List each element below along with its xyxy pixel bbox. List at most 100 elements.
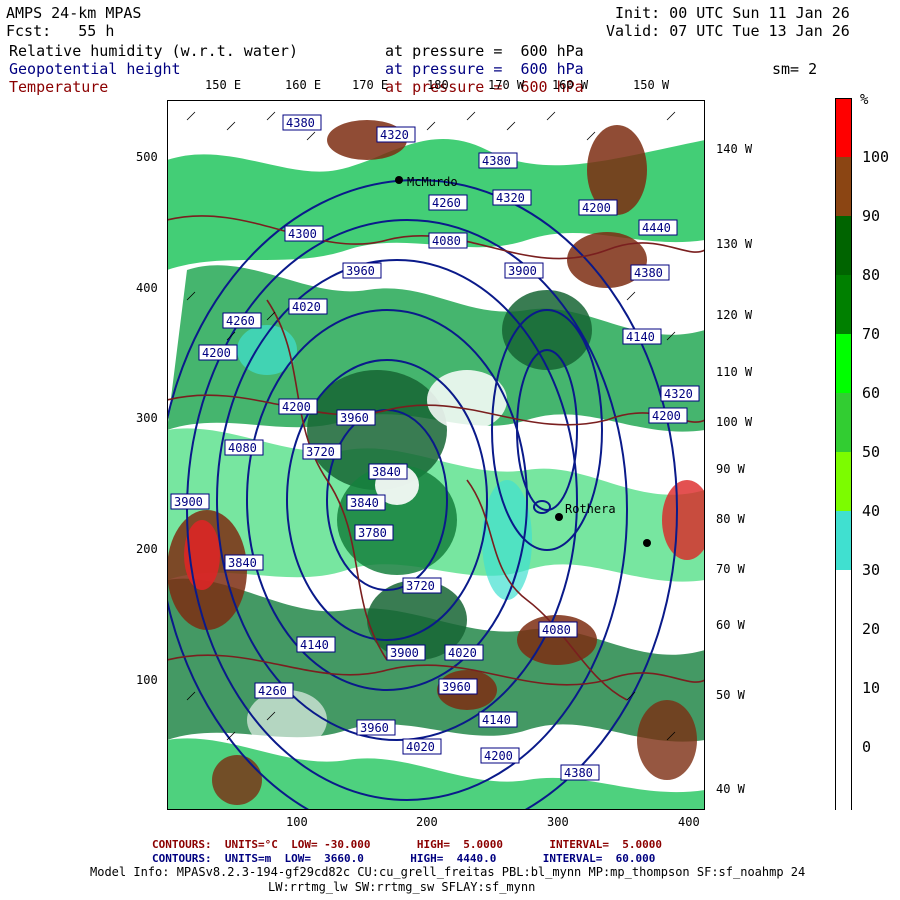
right-lon-label: 40 W xyxy=(716,782,745,796)
colorbar-seg-80 xyxy=(836,216,851,275)
contour-label: 4020 xyxy=(402,738,442,755)
field-rh-level: at pressure = 600 hPa xyxy=(385,42,584,60)
colorbar-label: 60 xyxy=(862,384,881,402)
contour-label: 4020 xyxy=(288,298,328,315)
svg-text:4440: 4440 xyxy=(642,221,671,235)
contour-label: 3780 xyxy=(354,524,394,541)
top-lon-label: 170 W xyxy=(488,78,525,92)
colorbar-label: 40 xyxy=(862,502,881,520)
svg-text:4140: 4140 xyxy=(626,330,655,344)
right-lon-label: 60 W xyxy=(716,618,745,632)
colorbar-seg-70 xyxy=(836,275,851,334)
top-lon-label: 180 xyxy=(427,78,449,92)
svg-text:4200: 4200 xyxy=(484,749,513,763)
right-lon-label: 70 W xyxy=(716,562,745,576)
svg-text:4200: 4200 xyxy=(582,201,611,215)
valid-time: Valid: 07 UTC Tue 13 Jan 26 xyxy=(606,22,850,40)
contour-label: 4080 xyxy=(224,439,264,456)
svg-text:4300: 4300 xyxy=(288,227,317,241)
contour-label: 4140 xyxy=(478,711,518,728)
colorbar-label: 80 xyxy=(862,266,881,284)
height-contour-info: CONTOURS: UNITS=m LOW= 3660.0 HIGH= 4440… xyxy=(152,852,656,865)
top-lon-label: 160 E xyxy=(285,78,322,92)
contour-label: 4300 xyxy=(284,225,324,242)
contour-label: 4380 xyxy=(478,152,518,169)
contour-label: 4380 xyxy=(630,264,670,281)
contour-label: 4080 xyxy=(428,232,468,249)
colorbar-seg-100 xyxy=(836,99,851,157)
model-info-2: LW:rrtmg_lw SW:rrtmg_sw SFLAY:sf_mynn xyxy=(268,880,536,894)
svg-text:4320: 4320 xyxy=(380,128,409,142)
contour-label: 3960 xyxy=(438,678,478,695)
svg-text:4380: 4380 xyxy=(482,154,511,168)
model-info: Model Info: MPASv8.2.3-194-gf29cd82c CU:… xyxy=(90,865,806,879)
contour-label: 3840 xyxy=(224,554,264,571)
svg-text:4260: 4260 xyxy=(258,684,287,698)
contour-label: 4200 xyxy=(480,747,520,764)
contour-label: 3720 xyxy=(302,443,342,460)
svg-text:4080: 4080 xyxy=(228,441,257,455)
bottom-tick-label: 200 xyxy=(416,815,438,829)
colorbar-label: 90 xyxy=(862,207,881,225)
model-title: AMPS 24-km MPAS xyxy=(6,4,142,22)
colorbar-label: 20 xyxy=(862,620,881,638)
svg-text:4380: 4380 xyxy=(634,266,663,280)
contour-label: 3840 xyxy=(368,463,408,480)
svg-text:3720: 3720 xyxy=(306,445,335,459)
svg-text:3780: 3780 xyxy=(358,526,387,540)
svg-text:4200: 4200 xyxy=(282,400,311,414)
field-hgt-name: Geopotential height xyxy=(9,60,181,78)
colorbar-seg-90 xyxy=(836,157,851,216)
contour-label: 3960 xyxy=(342,262,382,279)
colorbar-seg-40 xyxy=(836,452,851,511)
right-lon-label: 130 W xyxy=(716,237,753,251)
colorbar-label: 30 xyxy=(862,561,881,579)
svg-text:4020: 4020 xyxy=(448,646,477,660)
svg-text:3960: 3960 xyxy=(340,411,369,425)
temp-contour-info: CONTOURS: UNITS=°C LOW= -30.000 HIGH= 5.… xyxy=(152,838,662,851)
right-lon-label: 80 W xyxy=(716,512,745,526)
colorbar-label: 100 xyxy=(862,148,890,166)
svg-text:4020: 4020 xyxy=(292,300,321,314)
colorbar-seg-30 xyxy=(836,511,851,570)
bottom-tick-label: 400 xyxy=(678,815,700,829)
contour-label: 4200 xyxy=(198,344,238,361)
svg-text:3900: 3900 xyxy=(508,264,537,278)
rothera-marker xyxy=(555,513,563,521)
svg-text:3900: 3900 xyxy=(390,646,419,660)
right-lon-label: 140 W xyxy=(716,142,753,156)
contour-label: 3720 xyxy=(402,577,442,594)
top-lon-label: 150 W xyxy=(633,78,670,92)
svg-text:4320: 4320 xyxy=(664,387,693,401)
right-lon-label: 50 W xyxy=(716,688,745,702)
right-lon-label: 120 W xyxy=(716,308,753,322)
contour-label: 4200 xyxy=(278,398,318,415)
contour-label: 4200 xyxy=(648,407,688,424)
contour-label: 4260 xyxy=(222,312,262,329)
svg-text:4380: 4380 xyxy=(564,766,593,780)
svg-text:4320: 4320 xyxy=(496,191,525,205)
colorbar-seg-60 xyxy=(836,334,851,393)
contour-label: 3840 xyxy=(346,494,386,511)
contour-label: 4260 xyxy=(254,682,294,699)
contour-label: 4380 xyxy=(560,764,600,781)
right-lon-label: 100 W xyxy=(716,415,753,429)
contour-label: 4020 xyxy=(444,644,484,661)
svg-text:4380: 4380 xyxy=(286,116,315,130)
svg-text:4140: 4140 xyxy=(482,713,511,727)
smoothing-label: sm= 2 xyxy=(772,60,818,78)
field-hgt-level: at pressure = 600 hPa xyxy=(385,60,584,78)
svg-text:4260: 4260 xyxy=(432,196,461,210)
left-tick-label: 400 xyxy=(136,281,158,295)
top-lon-label: 160 W xyxy=(552,78,589,92)
contour-label: 4260 xyxy=(428,194,468,211)
left-tick-label: 300 xyxy=(136,411,158,425)
colorbar-label: 50 xyxy=(862,443,881,461)
left-tick-label: 200 xyxy=(136,542,158,556)
svg-text:4200: 4200 xyxy=(652,409,681,423)
mcmurdo-marker xyxy=(395,176,403,184)
svg-text:3960: 3960 xyxy=(360,721,389,735)
contour-label: 4080 xyxy=(538,621,578,638)
weather-map: 4380 4320 4380 4320 4260 4200 4440 4300 … xyxy=(167,100,705,810)
colorbar-seg-low xyxy=(836,570,851,811)
